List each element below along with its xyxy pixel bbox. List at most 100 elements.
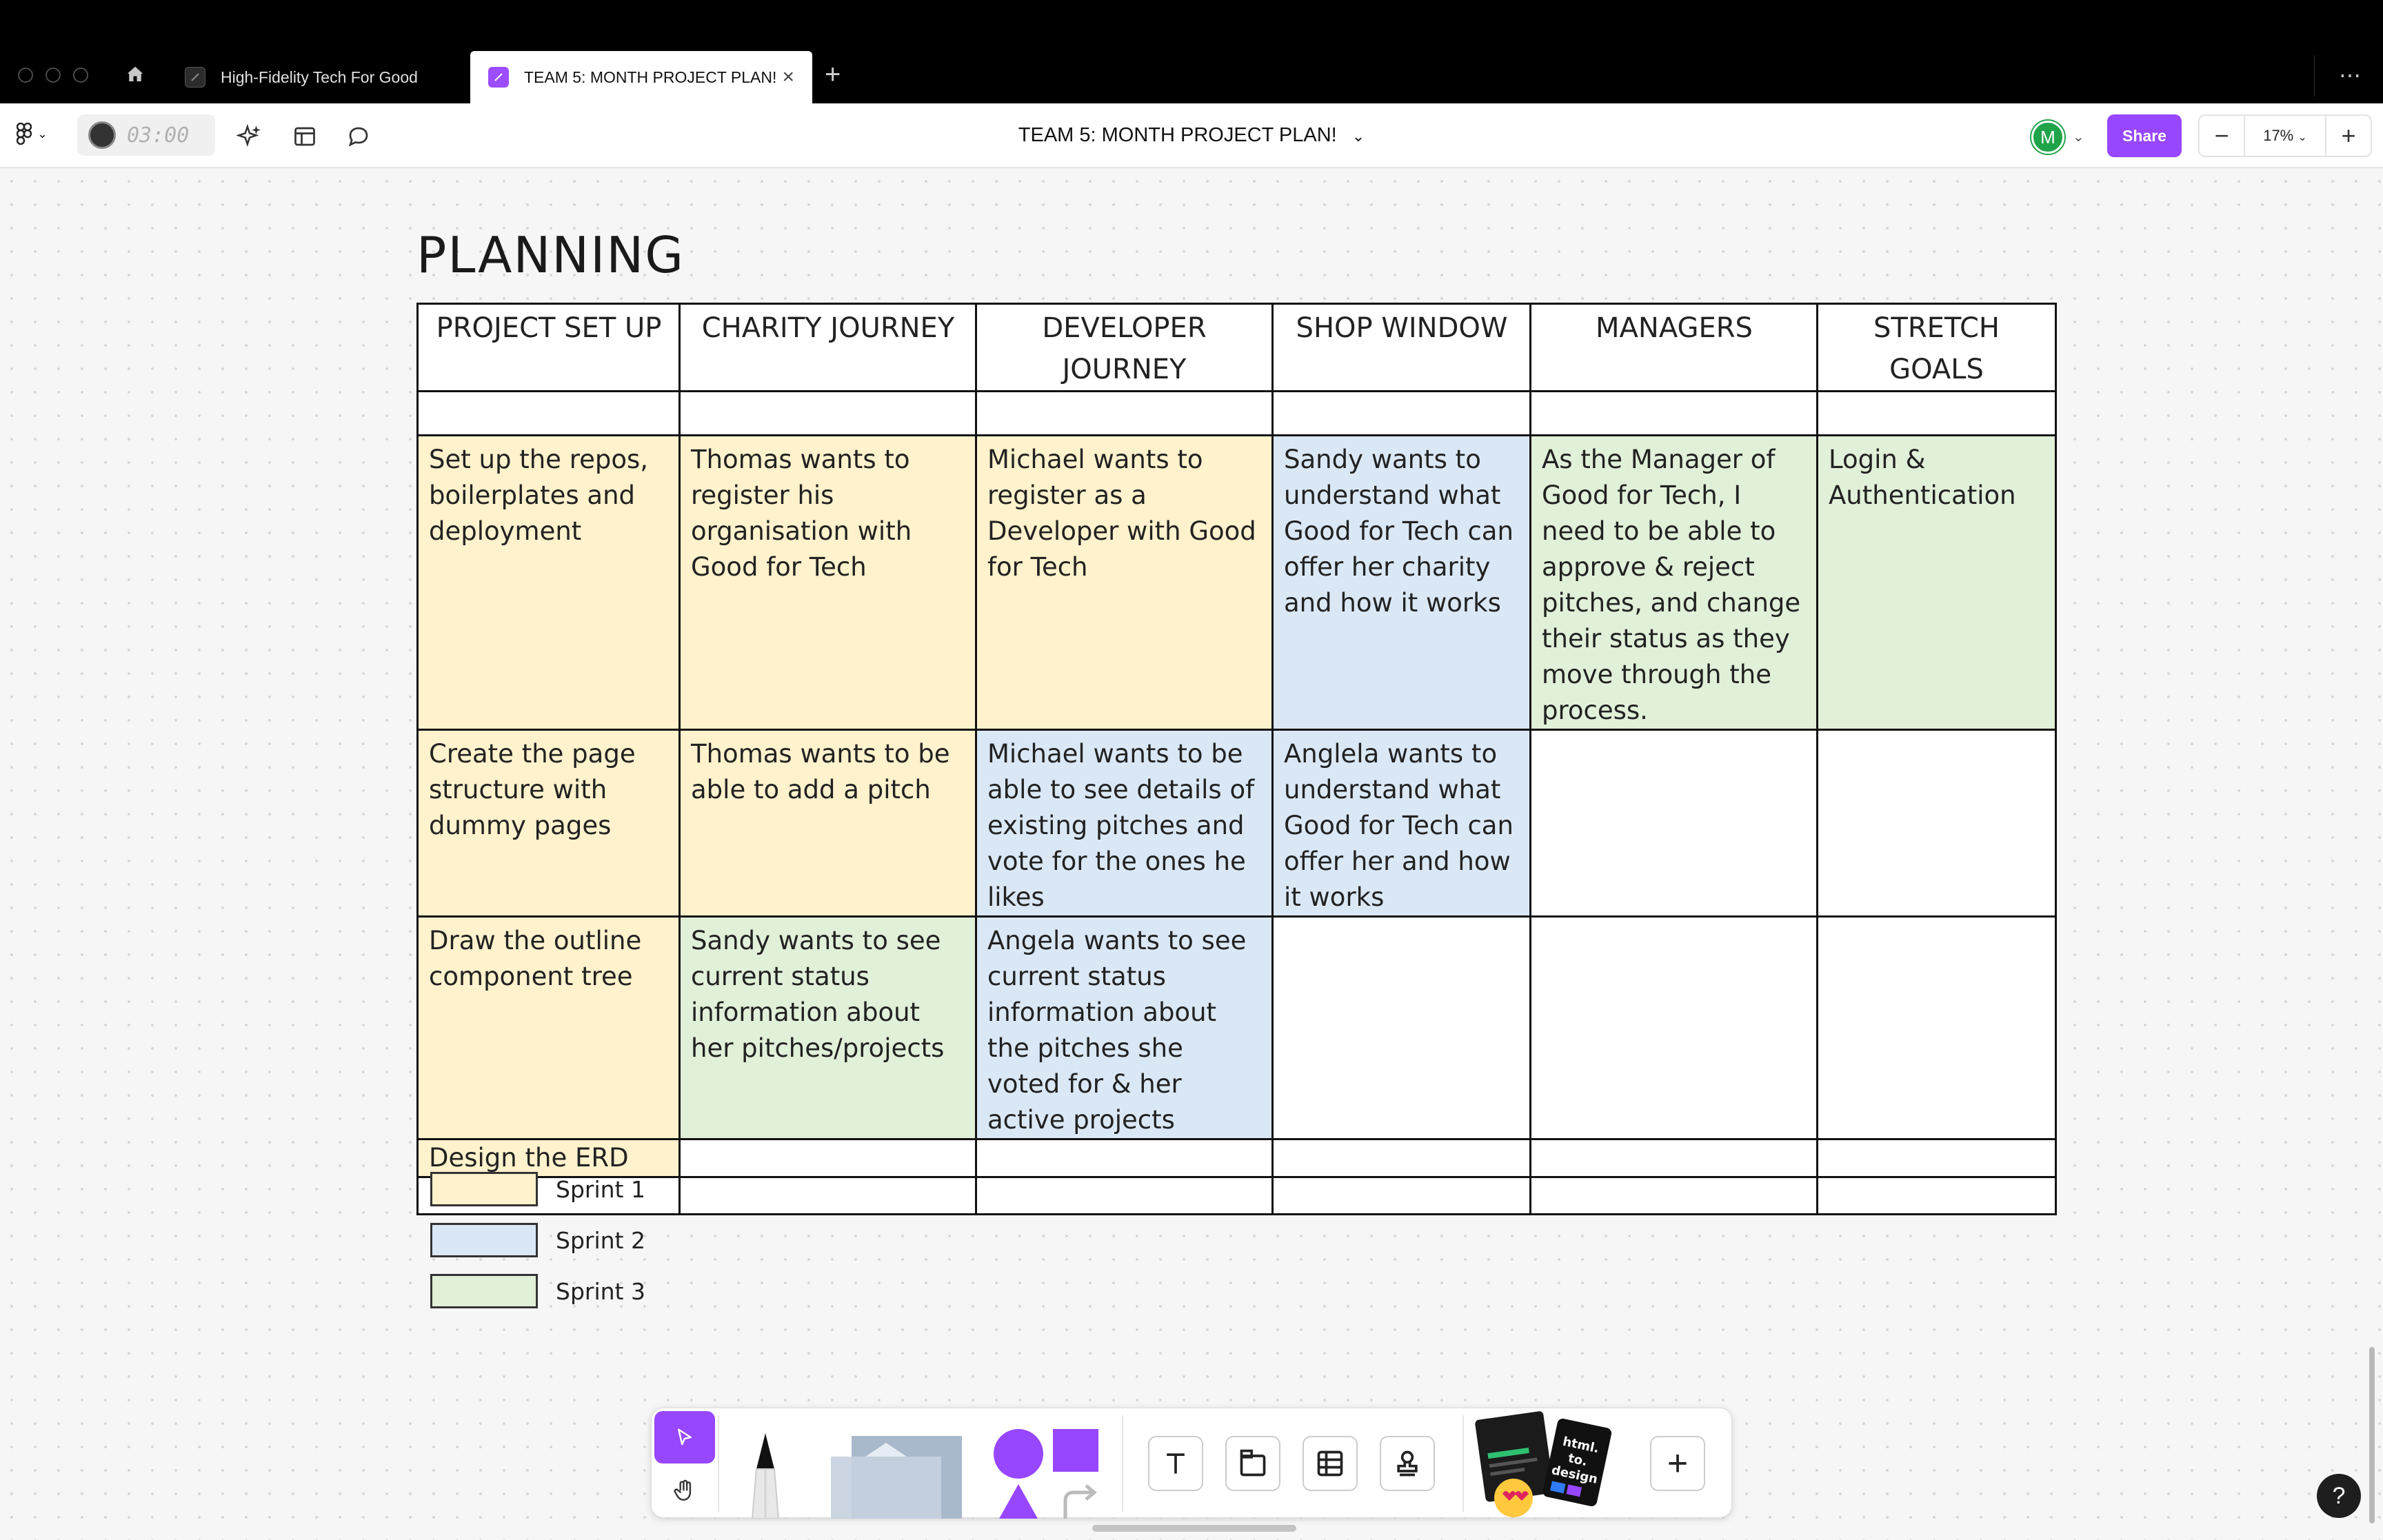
sticky-note-tool-button[interactable] — [824, 1429, 969, 1519]
close-tab-icon[interactable]: × — [782, 65, 794, 89]
task-card[interactable]: Set up the repos, boilerplates and deplo… — [416, 434, 681, 731]
table-cell[interactable] — [1271, 915, 1531, 1140]
task-card[interactable]: Thomas wants to register his organisatio… — [678, 434, 977, 731]
column-header[interactable]: DEVELOPER JOURNEY — [975, 303, 1274, 392]
new-tab-button[interactable]: + — [825, 61, 841, 88]
maximize-window-button[interactable] — [73, 68, 88, 83]
stamp-icon — [1397, 1450, 1418, 1477]
table-cell[interactable] — [678, 1138, 977, 1178]
task-card[interactable]: Draw the outline component tree — [416, 915, 681, 1140]
planning-table[interactable]: PROJECT SET UP CHARITY JOURNEY DEVELOPER… — [416, 303, 2057, 1215]
browser-title-bar: High-Fidelity Tech For Good TEAM 5: MONT… — [0, 0, 2383, 103]
legend-item[interactable]: Sprint 3 — [430, 1274, 645, 1308]
section-tool-button[interactable] — [1225, 1436, 1280, 1491]
text-icon — [1167, 1453, 1185, 1474]
zoom-out-button[interactable]: − — [2200, 121, 2244, 150]
table-cell[interactable] — [1271, 390, 1531, 436]
column-header[interactable]: CHARITY JOURNEY — [678, 303, 977, 392]
more-options-icon[interactable]: ⋯ — [2339, 62, 2362, 88]
table-cell[interactable] — [1816, 1176, 2057, 1215]
home-icon[interactable] — [121, 61, 149, 88]
chevron-down-icon[interactable]: ⌄ — [1352, 128, 1365, 145]
table-cell[interactable] — [1529, 915, 1818, 1140]
avatar[interactable]: M — [2031, 121, 2064, 154]
table-cell[interactable] — [1529, 729, 1818, 918]
legend-swatch — [430, 1172, 538, 1206]
sticky-note-icon — [831, 1436, 962, 1519]
task-card[interactable]: Create the page structure with dummy pag… — [416, 729, 681, 918]
task-card[interactable]: Michael wants to be able to see details … — [975, 729, 1274, 918]
chevron-down-icon[interactable]: ⌄ — [2073, 128, 2084, 145]
task-card[interactable]: Anglela wants to understand what Good fo… — [1271, 729, 1531, 918]
table-row — [416, 390, 2057, 436]
table-cell[interactable] — [678, 1176, 977, 1215]
document-title[interactable]: TEAM 5: MONTH PROJECT PLAN! — [1018, 124, 1337, 146]
table-cell[interactable] — [975, 390, 1274, 436]
add-more-button[interactable]: + — [1650, 1436, 1705, 1491]
table-cell[interactable] — [1271, 1176, 1531, 1215]
cursor-arrow-icon — [678, 1428, 692, 1446]
table-cell[interactable] — [1816, 915, 2057, 1140]
ai-sparkle-icon[interactable] — [234, 121, 265, 152]
main-menu-button[interactable]: ⌄ — [17, 123, 48, 145]
stamp-tool-button[interactable] — [1380, 1436, 1435, 1491]
table-cell[interactable] — [1816, 390, 2057, 436]
task-card[interactable]: Angela wants to see current status infor… — [975, 915, 1274, 1140]
timer-widget[interactable]: 03:00 — [77, 114, 215, 156]
hand-icon — [674, 1479, 692, 1501]
column-header[interactable]: MANAGERS — [1529, 303, 1818, 392]
table-cell[interactable] — [975, 1138, 1274, 1178]
layout-icon[interactable] — [290, 121, 320, 152]
hand-tool-button[interactable] — [654, 1465, 715, 1517]
legend-label: Sprint 2 — [556, 1226, 645, 1254]
table-cell[interactable] — [1816, 729, 2057, 918]
help-button[interactable]: ? — [2317, 1474, 2361, 1518]
timer-dial-icon — [88, 121, 116, 149]
tab-team5-plan[interactable]: TEAM 5: MONTH PROJECT PLAN! × — [470, 51, 812, 103]
zoom-in-button[interactable]: + — [2326, 121, 2371, 150]
table-cell[interactable] — [678, 390, 977, 436]
table-tool-button[interactable] — [1303, 1436, 1358, 1491]
table-icon — [1317, 1450, 1343, 1477]
table-cell[interactable] — [975, 1176, 1274, 1215]
zoom-level-dropdown[interactable]: 17% ⌄ — [2244, 115, 2326, 156]
tab-label: High-Fidelity Tech For Good — [221, 68, 418, 86]
vertical-scrollbar[interactable] — [2369, 1347, 2375, 1523]
chevron-down-icon: ⌄ — [37, 126, 48, 141]
minimize-window-button[interactable] — [46, 68, 61, 83]
column-header[interactable]: SHOP WINDOW — [1271, 303, 1531, 392]
close-window-button[interactable] — [18, 68, 33, 83]
legend-label: Sprint 1 — [556, 1175, 645, 1203]
column-header[interactable]: PROJECT SET UP — [416, 303, 681, 392]
task-card[interactable]: Michael wants to register as a Developer… — [975, 434, 1274, 731]
window-controls — [18, 68, 88, 83]
widgets-tool-button[interactable]: html. to. design — [1472, 1408, 1617, 1519]
task-card[interactable]: As the Manager of Good for Tech, I need … — [1529, 434, 1818, 731]
board-title[interactable]: PLANNING — [416, 226, 685, 284]
task-card[interactable]: Sandy wants to see current status inform… — [678, 915, 977, 1140]
table-cell[interactable] — [1529, 390, 1818, 436]
table-cell[interactable] — [1529, 1176, 1818, 1215]
legend-item[interactable]: Sprint 2 — [430, 1223, 645, 1257]
shapes-tool-button[interactable] — [989, 1429, 1114, 1519]
legend-item[interactable]: Sprint 1 — [430, 1172, 645, 1206]
zoom-controls: − 17% ⌄ + — [2198, 114, 2372, 157]
table-cell[interactable] — [416, 390, 681, 436]
task-card[interactable]: Thomas wants to be able to add a pitch — [678, 729, 977, 918]
share-button[interactable]: Share — [2107, 114, 2182, 157]
pen-tool-button[interactable] — [734, 1428, 796, 1519]
move-tool-button[interactable] — [654, 1411, 715, 1463]
column-header[interactable]: STRETCH GOALS — [1816, 303, 2057, 392]
comment-icon[interactable] — [343, 121, 374, 152]
tab-high-fidelity[interactable]: High-Fidelity Tech For Good — [171, 51, 467, 103]
table-cell[interactable] — [1529, 1138, 1818, 1178]
task-card[interactable]: Login & Authentication — [1816, 434, 2057, 731]
text-tool-button[interactable] — [1148, 1436, 1203, 1491]
table-cell[interactable] — [1816, 1138, 2057, 1178]
timer-value: 03:00 — [127, 123, 190, 148]
widgets-icon: html.to.design — [1475, 1411, 1612, 1517]
table-cell[interactable] — [1271, 1138, 1531, 1178]
horizontal-scrollbar[interactable] — [1092, 1525, 1296, 1532]
section-icon — [1240, 1449, 1266, 1477]
task-card[interactable]: Sandy wants to understand what Good for … — [1271, 434, 1531, 731]
